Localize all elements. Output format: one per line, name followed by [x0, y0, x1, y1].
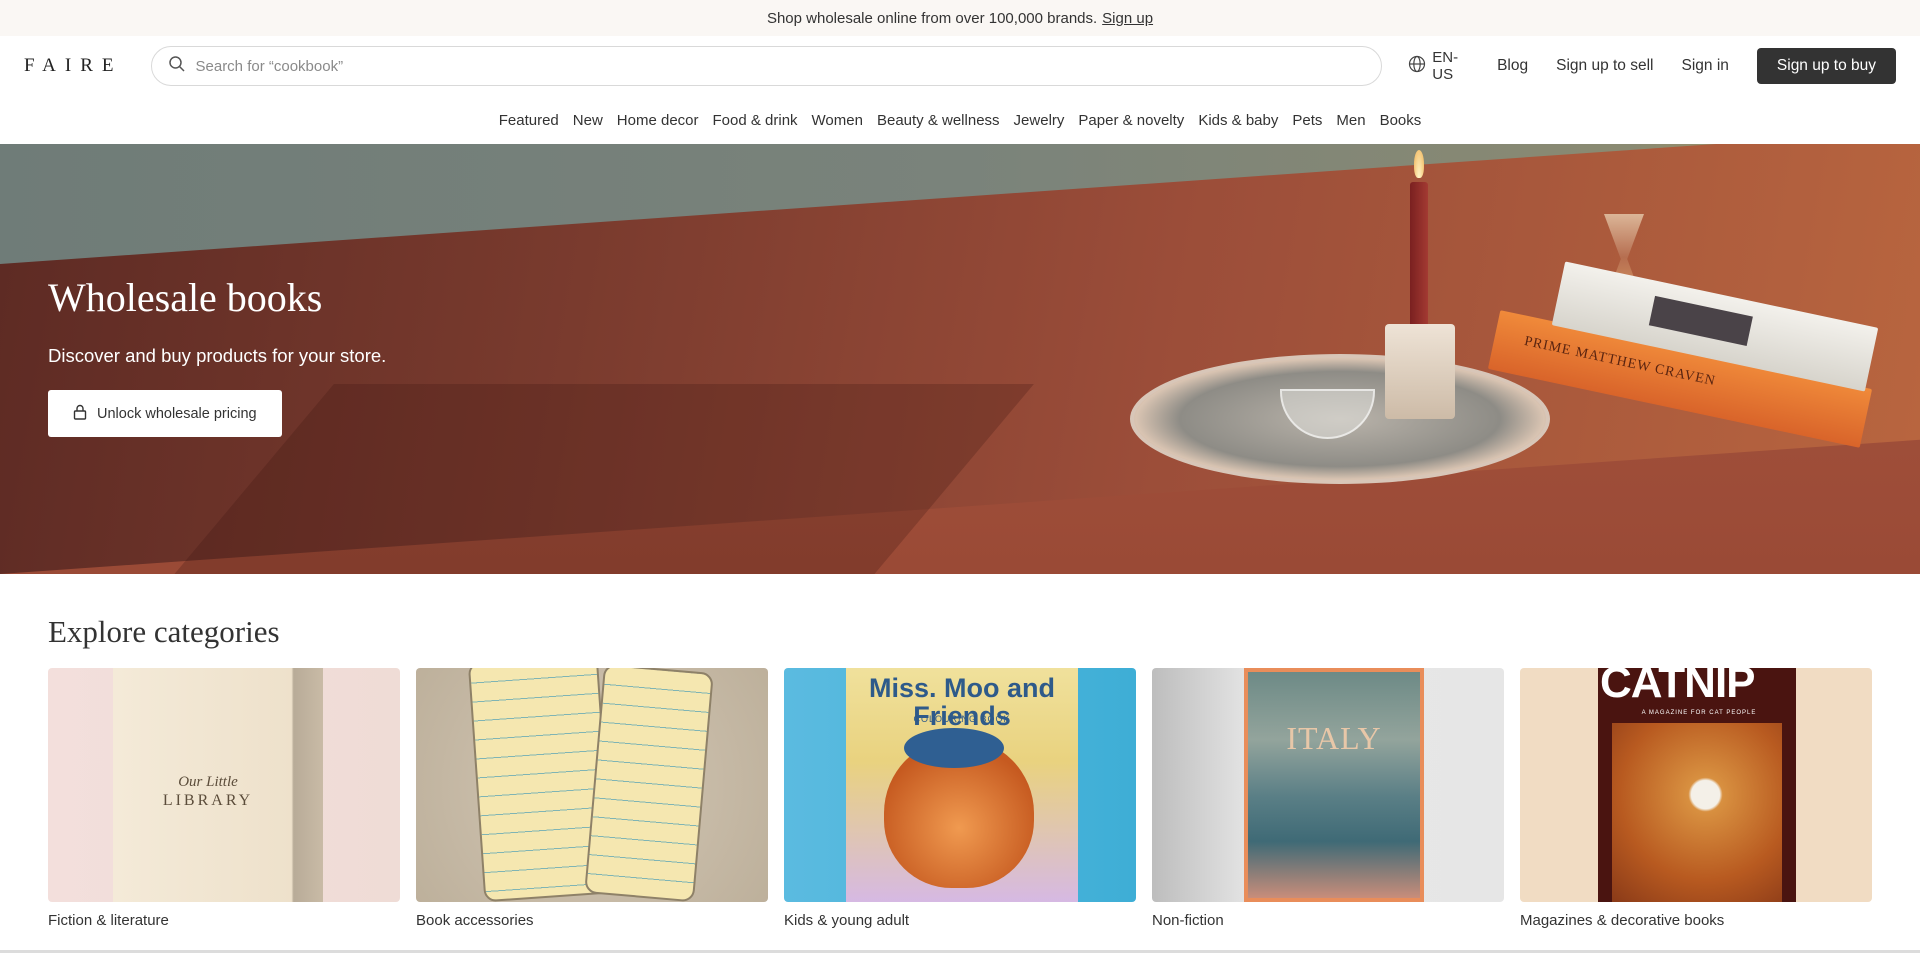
- faire-logo[interactable]: FAIRE: [24, 55, 151, 77]
- nav-home-decor[interactable]: Home decor: [617, 112, 699, 129]
- lock-icon: [73, 404, 87, 424]
- library-card-right: [584, 668, 714, 902]
- category-card-kids[interactable]: Miss. Moo and Friends COLOURING BOOK Kid…: [784, 668, 1136, 929]
- nav-women[interactable]: Women: [812, 112, 863, 129]
- explore-categories-section: Explore categories Our Little LIBRARY Fi…: [0, 574, 1920, 929]
- search-bar[interactable]: [150, 46, 1383, 86]
- magazine-image: CATNIP A MAGAZINE FOR CAT PEOPLE: [1520, 668, 1872, 902]
- category-card-label: Kids & young adult: [784, 912, 910, 929]
- header: FAIRE EN-US Blog Sign up to sell Sign in…: [0, 36, 1920, 96]
- italy-book-cover: [1244, 668, 1424, 902]
- nav-men[interactable]: Men: [1336, 112, 1365, 129]
- fiction-cover-line-2: LIBRARY: [162, 792, 254, 809]
- hero-title: Wholesale books: [48, 275, 323, 320]
- nav-beauty-wellness[interactable]: Beauty & wellness: [877, 112, 1000, 129]
- book-accessories-image: [416, 668, 768, 902]
- hero-banner: PRIME MATTHEW CRAVEN Wholesale books Dis…: [0, 144, 1920, 574]
- non-fiction-book-image: ITALY: [1152, 668, 1504, 902]
- hero-candle-holder-image: [1385, 324, 1455, 419]
- cat-daisy-illustration: [1612, 723, 1782, 902]
- hero-candle-image: [1410, 182, 1428, 332]
- category-card-label: Magazines & decorative books: [1520, 912, 1725, 929]
- nav-pets[interactable]: Pets: [1292, 112, 1322, 129]
- category-card-magazines[interactable]: CATNIP A MAGAZINE FOR CAT PEOPLE Magazin…: [1520, 668, 1872, 929]
- italy-cover-title: ITALY: [1286, 720, 1382, 756]
- language-label: EN-US: [1432, 49, 1459, 83]
- fiction-cover-line-1: Our Little: [178, 774, 238, 790]
- unlock-button-label: Unlock wholesale pricing: [97, 405, 257, 422]
- kids-hat-illustration: [904, 728, 1004, 768]
- search-input[interactable]: [195, 57, 1366, 75]
- fiction-book-title: Our Little LIBRARY: [153, 773, 263, 810]
- promo-signup-link[interactable]: Sign up: [1102, 10, 1153, 27]
- nav-books[interactable]: Books: [1380, 112, 1422, 129]
- promo-bar: Shop wholesale online from over 100,000 …: [0, 0, 1920, 36]
- fiction-book-image: Our Little LIBRARY: [48, 668, 400, 902]
- sign-up-to-sell-link[interactable]: Sign up to sell: [1556, 57, 1653, 75]
- nav-new[interactable]: New: [573, 112, 603, 129]
- kids-book-image: Miss. Moo and Friends COLOURING BOOK: [784, 668, 1136, 902]
- language-selector[interactable]: EN-US: [1408, 49, 1473, 83]
- nav-food-drink[interactable]: Food & drink: [713, 112, 798, 129]
- category-card-label: Fiction & literature: [48, 912, 169, 929]
- globe-icon: [1408, 55, 1426, 77]
- promo-text: Shop wholesale online from over 100,000 …: [766, 9, 1098, 27]
- hero-book-cover-plate: [1648, 295, 1753, 347]
- nav-featured[interactable]: Featured: [499, 112, 559, 129]
- catnip-cover-title: CATNIP: [1600, 668, 1756, 707]
- header-actions: EN-US Blog Sign up to sell Sign in Sign …: [1408, 48, 1897, 84]
- category-card-book-accessories[interactable]: Book accessories: [416, 668, 768, 929]
- category-card-non-fiction[interactable]: ITALY Non-fiction: [1152, 668, 1504, 929]
- unlock-wholesale-pricing-button[interactable]: Unlock wholesale pricing: [48, 390, 282, 437]
- hero-flame-image: [1414, 150, 1424, 178]
- explore-categories-title: Explore categories: [48, 614, 280, 649]
- hero-text: Wholesale books Discover and buy product…: [48, 274, 386, 437]
- nav-jewelry[interactable]: Jewelry: [1014, 112, 1065, 129]
- nav-paper-novelty[interactable]: Paper & novelty: [1078, 112, 1184, 129]
- sign-up-to-buy-button[interactable]: Sign up to buy: [1756, 48, 1897, 84]
- category-card-fiction[interactable]: Our Little LIBRARY Fiction & literature: [48, 668, 400, 929]
- blog-link[interactable]: Blog: [1497, 57, 1528, 75]
- category-nav: Featured New Home decor Food & drink Wom…: [0, 96, 1920, 144]
- sign-in-link[interactable]: Sign in: [1682, 57, 1729, 75]
- nav-kids-baby[interactable]: Kids & baby: [1198, 112, 1278, 129]
- hero-subtitle: Discover and buy products for your store…: [48, 345, 387, 366]
- search-icon: [168, 55, 186, 78]
- category-card-label: Non-fiction: [1152, 912, 1224, 929]
- category-cards: Our Little LIBRARY Fiction & literature …: [48, 668, 1872, 929]
- category-card-label: Book accessories: [416, 912, 534, 929]
- kids-cover-subtitle: COLOURING BOOK: [913, 714, 1011, 724]
- catnip-cover-subtitle: A MAGAZINE FOR CAT PEOPLE: [1641, 710, 1757, 716]
